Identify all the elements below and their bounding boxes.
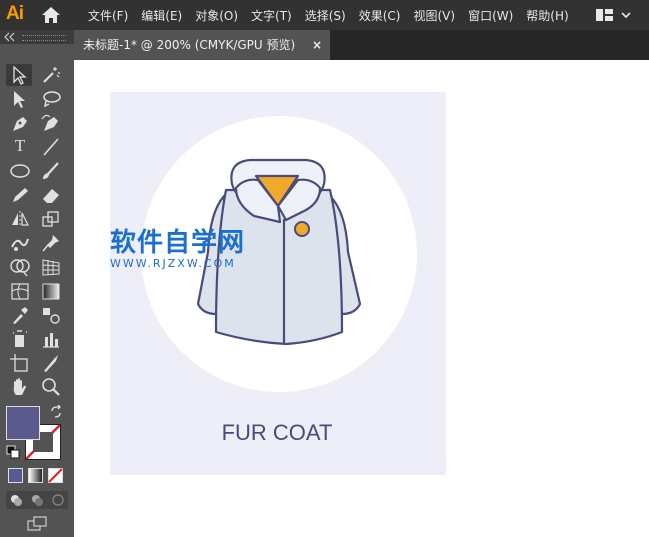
fill-swatch[interactable] <box>6 406 40 440</box>
artboard: FUR COAT <box>110 92 446 475</box>
menu-file[interactable]: 文件(F) <box>88 7 128 24</box>
pen-tool-icon[interactable] <box>9 113 31 133</box>
blend-tool-icon[interactable] <box>40 305 62 325</box>
app-logo: Ai <box>6 3 24 24</box>
type-tool-icon[interactable]: T <box>9 136 31 156</box>
paintbrush-icon[interactable] <box>40 161 62 181</box>
pin-tool-icon[interactable] <box>40 233 62 253</box>
panel-grip[interactable] <box>22 35 66 41</box>
home-icon[interactable] <box>40 6 62 24</box>
hand-tool-icon[interactable] <box>9 377 31 397</box>
slice-tool-icon[interactable] <box>40 353 62 373</box>
zoom-tool-icon[interactable] <box>40 377 62 397</box>
close-tab-button[interactable]: × <box>312 30 322 60</box>
shape-builder-icon[interactable] <box>9 257 31 277</box>
draw-normal-icon[interactable] <box>9 493 23 507</box>
mesh-tool-icon[interactable] <box>9 281 31 301</box>
direct-selection-icon[interactable] <box>9 89 31 109</box>
scale-tool-icon[interactable] <box>40 209 62 229</box>
menu-edit[interactable]: 编辑(E) <box>141 7 182 24</box>
menu-view[interactable]: 视图(V) <box>413 7 455 24</box>
eyedropper-icon[interactable] <box>9 305 31 325</box>
selection-tool-icon[interactable] <box>9 65 31 85</box>
watermark: 软件自学网 WWW.RJZXW.COM <box>110 222 245 270</box>
swap-fill-stroke-icon[interactable] <box>49 405 63 419</box>
document-tab-title: 未标题-1* @ 200% (CMYK/GPU 预览) <box>83 38 296 52</box>
menu-help[interactable]: 帮助(H) <box>526 7 568 24</box>
watermark-url: WWW.RJZXW.COM <box>110 257 236 270</box>
line-tool-icon[interactable] <box>40 137 62 157</box>
main-menu: 文件(F) 编辑(E) 对象(O) 文字(T) 选择(S) 效果(C) 视图(V… <box>88 0 582 30</box>
document-tab[interactable]: 未标题-1* @ 200% (CMYK/GPU 预览) × <box>74 30 330 60</box>
menu-effect[interactable]: 效果(C) <box>359 7 401 24</box>
lasso-icon[interactable] <box>40 89 62 109</box>
pencil-icon[interactable] <box>9 185 31 205</box>
default-fill-stroke-icon[interactable] <box>6 445 20 459</box>
watermark-title: 软件自学网 <box>110 228 246 258</box>
gradient-tool-icon[interactable] <box>40 281 62 301</box>
screen-mode-icon[interactable] <box>26 516 48 532</box>
draw-behind-icon[interactable] <box>30 493 44 507</box>
artwork-label: FUR COAT <box>222 420 333 445</box>
magic-wand-icon[interactable] <box>40 65 62 85</box>
menu-object[interactable]: 对象(O) <box>195 7 238 24</box>
graph-tool-icon[interactable] <box>40 329 62 349</box>
tools-panel: T <box>0 30 74 537</box>
reflect-tool-icon[interactable] <box>9 209 31 229</box>
workspace-switcher-icon[interactable] <box>594 7 638 23</box>
ellipse-tool-icon[interactable] <box>9 161 31 181</box>
menu-bar: Ai 文件(F) 编辑(E) 对象(O) 文字(T) 选择(S) 效果(C) 视… <box>0 0 649 30</box>
eraser-icon[interactable] <box>40 185 62 205</box>
menu-type[interactable]: 文字(T) <box>251 7 292 24</box>
gradient-mode-button[interactable] <box>28 468 43 483</box>
draw-inside-icon[interactable] <box>51 493 65 507</box>
menu-select[interactable]: 选择(S) <box>305 7 346 24</box>
none-mode-button[interactable] <box>48 468 63 483</box>
warp-tool-icon[interactable] <box>9 233 31 253</box>
artboard-tool-icon[interactable] <box>9 353 31 373</box>
menu-window[interactable]: 窗口(W) <box>468 7 513 24</box>
curvature-tool-icon[interactable] <box>40 113 62 133</box>
collapse-panel-icon[interactable] <box>4 32 18 42</box>
symbol-sprayer-icon[interactable] <box>9 329 31 349</box>
document-tab-bar: 未标题-1* @ 200% (CMYK/GPU 预览) × <box>74 30 649 60</box>
perspective-grid-icon[interactable] <box>40 257 62 277</box>
tools-panel-header[interactable] <box>0 30 74 44</box>
color-mode-button[interactable] <box>8 468 23 483</box>
